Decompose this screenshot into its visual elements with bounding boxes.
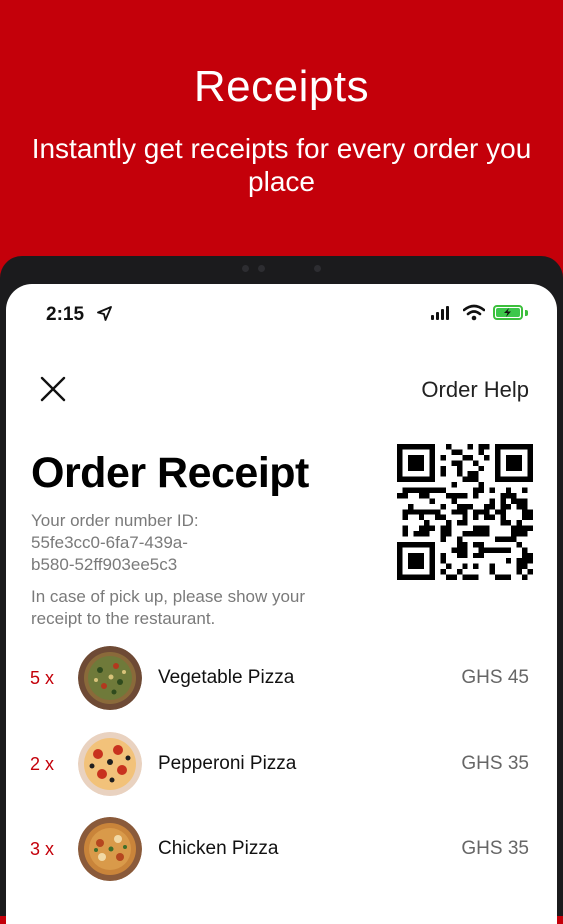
item-name: Pepperoni Pizza <box>158 753 297 774</box>
signal-icon <box>431 306 449 320</box>
item-price: GHS 35 <box>461 753 529 774</box>
battery-icon <box>493 305 523 320</box>
camera-dot <box>314 265 321 272</box>
item-name: Chicken Pizza <box>158 838 279 859</box>
chicken-pizza-image <box>78 817 142 881</box>
order-id-line-2: b580-52ff903ee5c3 <box>31 555 178 574</box>
location-arrow-icon <box>97 306 112 321</box>
order-id-line-1: 55fe3cc0-6fa7-439a- <box>31 533 188 552</box>
page-title: Order Receipt <box>31 449 309 497</box>
order-item-row: 3 x Chicken Pizza GHS 35 <box>6 817 557 883</box>
phone-frame: 2:15 Order Help Order Receipt Your order… <box>0 256 563 924</box>
item-quantity: 2 x <box>30 754 55 774</box>
item-quantity: 5 x <box>30 668 55 688</box>
wifi-icon <box>463 304 485 321</box>
item-price: GHS 35 <box>461 838 529 859</box>
status-time: 2:15 <box>46 304 85 325</box>
sensor-dot <box>258 265 265 272</box>
app-screen: 2:15 Order Help Order Receipt Your order… <box>6 284 557 924</box>
order-item-row: 5 x Vegetable Pizza GHS 45 <box>6 646 557 712</box>
pickup-note-line-1: In case of pick up, please show your <box>31 587 306 606</box>
order-item-row: 2 x Pepperoni Pizza GHS 35 <box>6 732 557 798</box>
vegetable-pizza-image <box>78 646 142 710</box>
pickup-note-line-2: receipt to the restaurant. <box>31 609 216 628</box>
item-quantity: 3 x <box>30 839 55 859</box>
close-icon[interactable] <box>38 374 68 404</box>
order-help-link[interactable]: Order Help <box>421 377 529 403</box>
hero-subtitle: Instantly get receipts for every order y… <box>31 133 532 197</box>
pepperoni-pizza-image <box>78 732 142 796</box>
qr-code <box>397 444 533 580</box>
order-number-label: Your order number ID: <box>31 511 199 530</box>
item-name: Vegetable Pizza <box>158 667 295 688</box>
battery-tip <box>525 310 528 316</box>
camera-dot <box>242 265 249 272</box>
item-price: GHS 45 <box>461 667 529 688</box>
hero-title: Receipts <box>193 62 370 111</box>
